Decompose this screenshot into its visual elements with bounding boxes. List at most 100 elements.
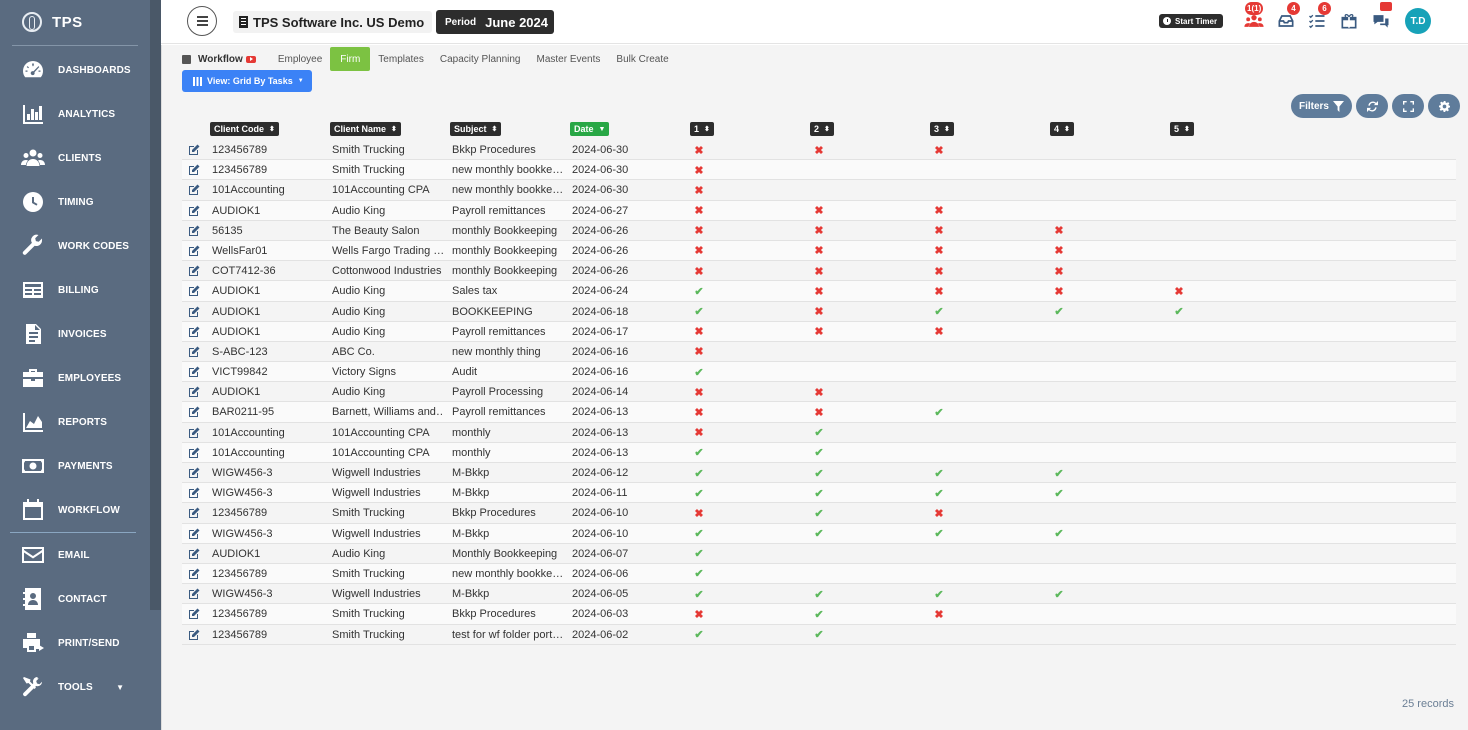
column-header-client-code[interactable]: Client Code ⬍ xyxy=(210,122,279,136)
task-incomplete-icon[interactable]: ✖ xyxy=(692,160,706,180)
edit-icon[interactable] xyxy=(188,241,200,261)
sidebar-item-payments[interactable]: PAYMENTS xyxy=(0,444,150,488)
edit-icon[interactable] xyxy=(188,463,200,483)
column-header-5[interactable]: 5 ⬍ xyxy=(1170,122,1194,136)
task-incomplete-icon[interactable]: ✖ xyxy=(692,261,706,281)
task-incomplete-icon[interactable]: ✖ xyxy=(692,201,706,221)
edit-icon[interactable] xyxy=(188,221,200,241)
table-row[interactable]: WIGW456-3 Wigwell Industries M-Bkkp 2024-06… xyxy=(182,483,1456,504)
task-incomplete-icon[interactable]: ✖ xyxy=(1052,261,1066,281)
task-incomplete-icon[interactable]: ✖ xyxy=(812,140,826,160)
table-row[interactable]: 123456789 Smith Trucking Bkkp Procedures 20… xyxy=(182,140,1456,161)
task-incomplete-icon[interactable]: ✖ xyxy=(692,180,706,200)
task-incomplete-icon[interactable]: ✖ xyxy=(812,322,826,342)
task-complete-icon[interactable]: ✔ xyxy=(812,584,826,604)
edit-icon[interactable] xyxy=(188,423,200,443)
sidebar-item-dashboards[interactable]: DASHBOARDS xyxy=(0,48,150,92)
task-incomplete-icon[interactable]: ✖ xyxy=(812,261,826,281)
sidebar-item-tools[interactable]: TOOLS ▼ xyxy=(0,665,150,709)
edit-icon[interactable] xyxy=(188,544,200,564)
edit-icon[interactable] xyxy=(188,604,200,624)
task-incomplete-icon[interactable]: ✖ xyxy=(692,140,706,160)
task-incomplete-icon[interactable]: ✖ xyxy=(812,281,826,301)
fullscreen-button[interactable] xyxy=(1392,94,1424,118)
edit-icon[interactable] xyxy=(188,362,200,382)
sidebar-item-timing[interactable]: TIMING xyxy=(0,180,150,224)
task-complete-icon[interactable]: ✔ xyxy=(932,584,946,604)
tab-capacity-planning[interactable]: Capacity Planning xyxy=(432,47,529,71)
edit-icon[interactable] xyxy=(188,584,200,604)
menu-toggle-button[interactable] xyxy=(187,6,217,36)
chat-button[interactable] xyxy=(1370,2,1392,32)
task-complete-icon[interactable]: ✔ xyxy=(692,463,706,483)
table-row[interactable]: COT7412-36 Cottonwood Industries monthly B… xyxy=(182,261,1456,282)
edit-icon[interactable] xyxy=(188,302,200,322)
table-row[interactable]: WIGW456-3 Wigwell Industries M-Bkkp 2024-06… xyxy=(182,463,1456,484)
task-incomplete-icon[interactable]: ✖ xyxy=(812,221,826,241)
edit-icon[interactable] xyxy=(188,443,200,463)
task-incomplete-icon[interactable]: ✖ xyxy=(1052,221,1066,241)
tab-bulk-create[interactable]: Bulk Create xyxy=(608,47,676,71)
column-header-3[interactable]: 3 ⬍ xyxy=(930,122,954,136)
table-row[interactable]: 123456789 Smith Trucking new monthly bookk… xyxy=(182,160,1456,181)
sidebar-scrollbar[interactable] xyxy=(150,0,161,610)
task-complete-icon[interactable]: ✔ xyxy=(692,625,706,645)
edit-icon[interactable] xyxy=(188,625,200,645)
task-complete-icon[interactable]: ✔ xyxy=(1052,524,1066,544)
edit-icon[interactable] xyxy=(188,322,200,342)
period-selector[interactable]: Period June 2024 xyxy=(436,10,554,34)
table-row[interactable]: AUDIOK1 Audio King Monthly Bookkeeping 2024… xyxy=(182,544,1456,564)
table-row[interactable]: 101Accounting 101Accounting CPA monthly 202… xyxy=(182,442,1456,463)
task-incomplete-icon[interactable]: ✖ xyxy=(932,604,946,624)
task-complete-icon[interactable]: ✔ xyxy=(812,423,826,443)
table-row[interactable]: S-ABC-123 ABC Co. new monthly thing 2024-06… xyxy=(182,342,1456,363)
task-complete-icon[interactable]: ✔ xyxy=(812,604,826,624)
sidebar-item-contact[interactable]: CONTACT xyxy=(0,577,150,621)
table-row[interactable]: 123456789 Smith Trucking test for wf folde… xyxy=(182,625,1456,645)
task-incomplete-icon[interactable]: ✖ xyxy=(812,382,826,402)
users-notification-button[interactable]: 1(1) xyxy=(1243,2,1265,32)
column-header-date[interactable]: Date ▼ xyxy=(570,122,610,136)
user-avatar[interactable]: T.D xyxy=(1405,8,1431,34)
task-complete-icon[interactable]: ✔ xyxy=(692,544,706,564)
task-complete-icon[interactable]: ✔ xyxy=(692,483,706,503)
sidebar-item-reports[interactable]: REPORTS xyxy=(0,400,150,444)
table-row[interactable]: 123456789 Smith Trucking new monthly bookk… xyxy=(182,563,1456,585)
task-complete-icon[interactable]: ✔ xyxy=(812,524,826,544)
table-row[interactable]: 56135 The Beauty Salon monthly Bookkeeping… xyxy=(182,221,1456,241)
brand[interactable]: TPS xyxy=(22,10,83,34)
start-timer-button[interactable]: Start Timer xyxy=(1159,14,1224,28)
task-incomplete-icon[interactable]: ✖ xyxy=(692,342,706,362)
task-incomplete-icon[interactable]: ✖ xyxy=(932,503,946,523)
view-grid-by-tasks-button[interactable]: View: Grid By Tasks ▼ xyxy=(182,70,312,92)
sidebar-item-work-codes[interactable]: WORK CODES xyxy=(0,224,150,268)
task-complete-icon[interactable]: ✔ xyxy=(812,483,826,503)
filters-button[interactable]: Filters xyxy=(1291,94,1352,118)
column-header-2[interactable]: 2 ⬍ xyxy=(810,122,834,136)
task-incomplete-icon[interactable]: ✖ xyxy=(812,402,826,422)
task-incomplete-icon[interactable]: ✖ xyxy=(812,201,826,221)
edit-icon[interactable] xyxy=(188,382,200,402)
sidebar-item-billing[interactable]: BILLING xyxy=(0,268,150,312)
task-incomplete-icon[interactable]: ✖ xyxy=(932,140,946,160)
whats-new-button[interactable] xyxy=(1338,10,1360,32)
sidebar-item-analytics[interactable]: ANALYTICS xyxy=(0,92,150,136)
sidebar-item-clients[interactable]: CLIENTS xyxy=(0,136,150,180)
table-row[interactable]: WellsFar01 Wells Fargo Trading … monthly B… xyxy=(182,240,1456,262)
edit-icon[interactable] xyxy=(188,201,200,221)
task-complete-icon[interactable]: ✔ xyxy=(1052,584,1066,604)
edit-icon[interactable] xyxy=(188,140,200,160)
edit-icon[interactable] xyxy=(188,483,200,503)
task-complete-icon[interactable]: ✔ xyxy=(692,584,706,604)
table-row[interactable]: 123456789 Smith Trucking Bkkp Procedures 20… xyxy=(182,503,1456,524)
sidebar-item-print-send[interactable]: PRINT/SEND xyxy=(0,621,150,665)
edit-icon[interactable] xyxy=(188,564,200,584)
column-header-4[interactable]: 4 ⬍ xyxy=(1050,122,1074,136)
table-row[interactable]: WIGW456-3 Wigwell Industries M-Bkkp 2024-06… xyxy=(182,523,1456,544)
tab-workflow[interactable]: Workflow xyxy=(182,47,264,71)
edit-icon[interactable] xyxy=(188,503,200,523)
task-incomplete-icon[interactable]: ✖ xyxy=(1052,241,1066,261)
column-header-subject[interactable]: Subject ⬍ xyxy=(450,122,502,136)
task-incomplete-icon[interactable]: ✖ xyxy=(932,221,946,241)
edit-icon[interactable] xyxy=(188,261,200,281)
